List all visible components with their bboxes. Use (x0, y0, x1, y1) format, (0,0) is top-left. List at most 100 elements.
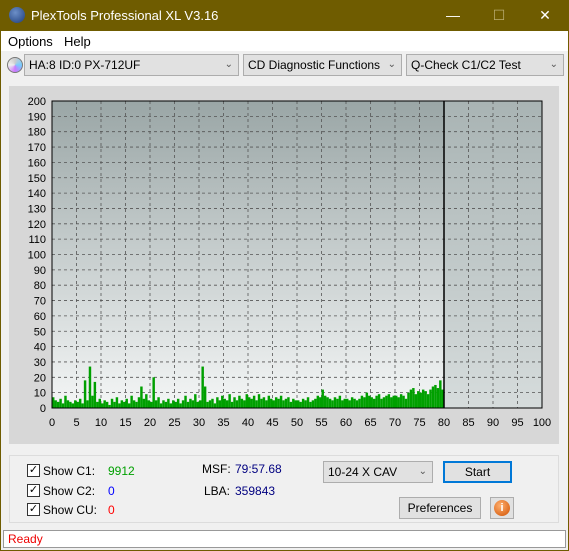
preferences-button[interactable]: Preferences (399, 497, 481, 519)
test-select[interactable]: Q-Check C1/C2 Test ⌄ (406, 54, 564, 76)
c1-bar (343, 398, 346, 408)
show-cu-label: Show CU: (43, 503, 98, 517)
c1-bar (164, 401, 168, 408)
x-tick-label: 15 (119, 417, 131, 429)
show-cu-checkbox[interactable]: ✓ (27, 503, 40, 516)
c1-bar (299, 401, 302, 408)
y-tick-label: 140 (28, 188, 46, 200)
close-button[interactable]: ✕ (530, 4, 560, 26)
c1-bar (74, 400, 77, 408)
x-tick-label: 60 (340, 417, 352, 429)
c1-bar (316, 395, 320, 408)
c1-bar (270, 398, 273, 408)
x-tick-label: 50 (291, 417, 303, 429)
c2-count: 0 (108, 484, 115, 498)
c1-bar (252, 395, 256, 408)
c1-bar (272, 400, 275, 408)
c1-bar (319, 397, 322, 408)
c1-bar (399, 394, 403, 408)
x-tick-label: 65 (364, 417, 376, 429)
chevron-down-icon: ⌄ (387, 59, 396, 70)
c1-bar (233, 397, 236, 408)
c1-bar (125, 398, 128, 408)
c1-bar (426, 394, 430, 408)
lba-value: 359843 (235, 484, 276, 498)
c1-bar (375, 395, 378, 408)
c1-bar (331, 400, 334, 408)
speed-select[interactable]: 10-24 X CAV ⌄ (323, 461, 433, 483)
c1-bar (402, 395, 405, 408)
c1-bar (169, 403, 173, 408)
c1-bar (98, 398, 101, 408)
c1-bar (248, 397, 251, 408)
x-tick-label: 90 (487, 417, 499, 429)
c1-bar (184, 395, 187, 408)
c1-bar (213, 403, 217, 408)
x-tick-label: 20 (144, 417, 156, 429)
menu-options[interactable]: Options (8, 34, 53, 49)
c1-bar (348, 400, 351, 408)
c1-bar (120, 400, 124, 408)
show-c2-label: Show C2: (43, 484, 96, 498)
y-tick-label: 130 (28, 203, 46, 215)
c1-bar (436, 388, 440, 408)
c1-bar (135, 401, 138, 408)
c1-bar (287, 397, 290, 408)
c1-bar (105, 401, 109, 408)
c1-bar (346, 398, 349, 408)
c1-bar (140, 386, 143, 408)
menu-help[interactable]: Help (64, 34, 91, 49)
c1-bar (267, 395, 271, 408)
maximize-button[interactable]: ☐ (484, 4, 514, 26)
c1-bar (265, 400, 268, 408)
show-c2-checkbox[interactable]: ✓ (27, 484, 40, 497)
y-tick-label: 100 (28, 250, 46, 262)
function-value: CD Diagnostic Functions (248, 58, 381, 72)
c1-bar (404, 398, 408, 408)
c1-bar (250, 398, 253, 408)
c1-bar (76, 401, 79, 408)
c1-bar (201, 366, 204, 408)
c1-bar (189, 398, 192, 408)
c1-bar (306, 397, 310, 408)
c1-bar (66, 400, 70, 408)
cd-drive-icon (7, 57, 23, 73)
show-c1-checkbox[interactable]: ✓ (27, 464, 40, 477)
c1-bar (238, 395, 241, 408)
drive-select[interactable]: HA:8 ID:0 PX-712UF ⌄ (24, 54, 239, 76)
info-button[interactable]: i (490, 497, 514, 519)
c1-bar (71, 403, 75, 408)
c1-bar (407, 392, 410, 408)
start-button[interactable]: Start (443, 461, 512, 483)
c1-bar (297, 400, 300, 408)
c1-bar (314, 398, 317, 408)
function-select[interactable]: CD Diagnostic Functions ⌄ (243, 54, 402, 76)
c1-count: 9912 (108, 464, 135, 478)
y-tick-label: 150 (28, 173, 46, 185)
c1-bar (110, 398, 114, 408)
c1-bar (309, 401, 312, 408)
c1-bar (150, 401, 153, 408)
c1-bar (377, 394, 381, 408)
c1-bar (223, 398, 226, 408)
c1-bar (203, 386, 207, 408)
y-tick-label: 40 (34, 342, 46, 354)
c1-bar (294, 400, 297, 408)
c1-bar (289, 401, 293, 408)
test-value: Q-Check C1/C2 Test (411, 58, 521, 72)
x-tick-label: 25 (168, 417, 180, 429)
c1-bar (225, 400, 229, 408)
c1-bar (341, 400, 344, 408)
c1-bar (429, 389, 432, 408)
msf-label: MSF: (202, 462, 231, 476)
x-tick-label: 45 (266, 417, 278, 429)
y-tick-label: 30 (34, 357, 46, 369)
c1-bar (88, 366, 92, 408)
c1-bar (368, 395, 371, 408)
c1-bar (199, 400, 202, 408)
minimize-button[interactable]: — (438, 4, 468, 26)
c1-bar (59, 398, 62, 408)
c1-bar (235, 400, 239, 408)
c1-bar (147, 400, 150, 408)
drive-value: HA:8 ID:0 PX-712UF (29, 58, 141, 72)
